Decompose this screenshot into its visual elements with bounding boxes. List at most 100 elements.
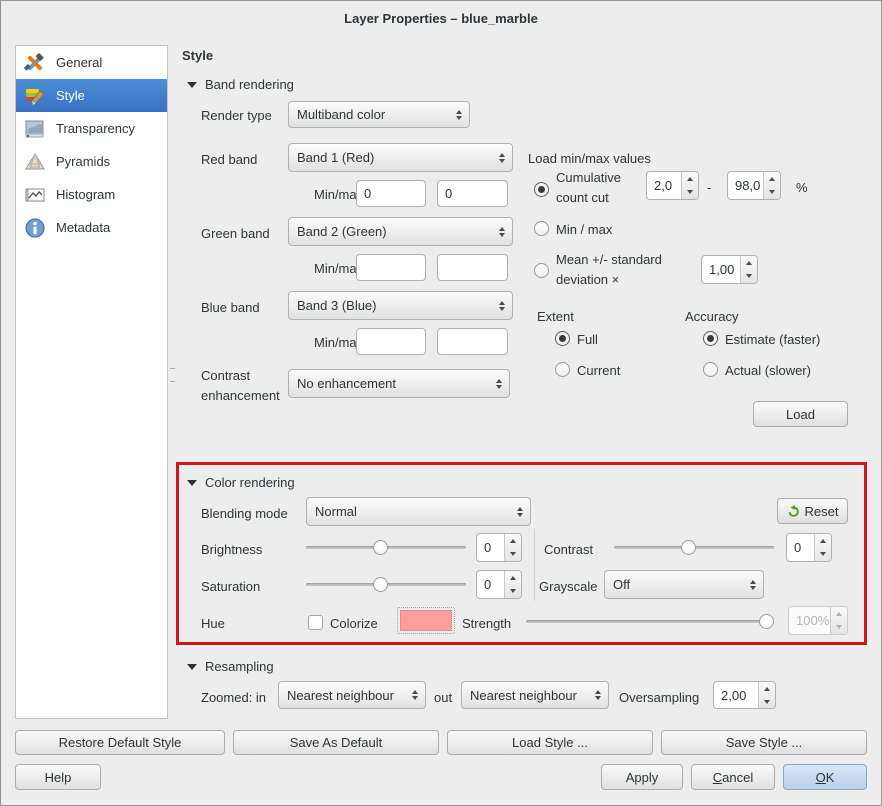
spin-buttons[interactable] — [681, 172, 698, 199]
blue-min-input[interactable] — [356, 328, 426, 355]
section-label: Resampling — [205, 659, 274, 674]
column-divider — [534, 529, 535, 601]
spin-buttons[interactable] — [504, 534, 521, 561]
load-style-button[interactable]: Load Style ... — [447, 730, 653, 755]
brightness-label: Brightness — [201, 540, 262, 560]
title-bar[interactable]: Layer Properties – blue_marble — [1, 1, 881, 35]
slider-handle[interactable] — [681, 540, 696, 555]
spin-value: 2,0 — [647, 172, 681, 199]
blue-max-input[interactable] — [437, 328, 508, 355]
pyramids-icon — [24, 151, 46, 173]
save-style-button[interactable]: Save Style ... — [661, 730, 867, 755]
combo-value: Off — [613, 577, 630, 592]
range-separator: - — [707, 178, 711, 198]
combo-arrows-icon — [595, 690, 601, 700]
cumulative-count-cut-radio[interactable] — [534, 182, 549, 197]
cumulative-max-spinbox[interactable]: 98,0 — [727, 171, 781, 200]
extent-current-radio[interactable] — [555, 362, 570, 377]
spin-buttons[interactable] — [740, 256, 757, 283]
spin-value: 2,00 — [714, 682, 758, 708]
spin-buttons[interactable] — [763, 172, 780, 199]
sidebar-item-general[interactable]: General — [16, 46, 167, 79]
sidebar-item-pyramids[interactable]: Pyramids — [16, 145, 167, 178]
grayscale-label: Grayscale — [539, 577, 598, 597]
sidebar-item-label: Metadata — [56, 220, 110, 235]
help-button[interactable]: Help — [15, 764, 101, 790]
input-value: 0 — [364, 186, 371, 201]
resampling-section-header[interactable]: Resampling — [187, 659, 274, 674]
contrast-slider[interactable] — [614, 540, 774, 555]
restore-default-style-button[interactable]: Restore Default Style — [15, 730, 225, 755]
red-min-input[interactable]: 0 — [356, 180, 426, 207]
cancel-button[interactable]: Cancel — [691, 764, 775, 790]
colorize-color-swatch[interactable] — [397, 607, 455, 634]
contrast-label: Contrast — [544, 540, 593, 560]
oversampling-spinbox[interactable]: 2,00 — [713, 681, 776, 709]
button-label: Help — [45, 770, 72, 785]
sidebar-item-transparency[interactable]: Transparency — [16, 112, 167, 145]
combo-arrows-icon — [499, 301, 505, 311]
brightness-slider[interactable] — [306, 540, 466, 555]
red-band-combo[interactable]: Band 1 (Red) — [288, 143, 513, 172]
spin-value: 1,00 — [702, 256, 740, 283]
green-max-input[interactable] — [437, 254, 508, 281]
blue-band-combo[interactable]: Band 3 (Blue) — [288, 291, 513, 320]
minmax-radio[interactable] — [534, 221, 549, 236]
slider-handle[interactable] — [759, 614, 774, 629]
band-rendering-section-header[interactable]: Band rendering — [187, 77, 294, 92]
cumulative-min-spinbox[interactable]: 2,0 — [646, 171, 699, 200]
strength-label: Strength — [462, 614, 511, 634]
blending-mode-combo[interactable]: Normal — [306, 497, 531, 526]
render-type-label: Render type — [201, 106, 272, 126]
combo-value: Nearest neighbour — [470, 688, 577, 703]
slider-handle[interactable] — [373, 577, 388, 592]
combo-arrows-icon — [499, 153, 505, 163]
combo-arrows-icon — [499, 227, 505, 237]
zoomed-out-combo[interactable]: Nearest neighbour — [461, 681, 609, 709]
histogram-icon — [24, 184, 46, 206]
accuracy-estimate-label: Estimate (faster) — [725, 330, 820, 350]
mean-stddev-radio[interactable] — [534, 263, 549, 278]
grayscale-combo[interactable]: Off — [604, 570, 764, 599]
stddev-spinbox[interactable]: 1,00 — [701, 255, 758, 284]
red-max-input[interactable]: 0 — [437, 180, 508, 207]
button-label: Save As Default — [290, 735, 383, 750]
sidebar-item-histogram[interactable]: Histogram — [16, 178, 167, 211]
zoomed-in-combo[interactable]: Nearest neighbour — [278, 681, 426, 709]
extent-full-radio[interactable] — [555, 331, 570, 346]
sidebar-item-style[interactable]: Style — [16, 79, 167, 112]
saturation-spinbox[interactable]: 0 — [476, 570, 522, 599]
apply-button[interactable]: Apply — [601, 764, 683, 790]
save-as-default-button[interactable]: Save As Default — [233, 730, 439, 755]
button-label: Restore Default Style — [59, 735, 182, 750]
button-label: Apply — [626, 770, 659, 785]
strength-slider[interactable] — [526, 614, 774, 629]
combo-value: Normal — [315, 504, 357, 519]
spin-buttons[interactable] — [758, 682, 775, 708]
slider-handle[interactable] — [373, 540, 388, 555]
green-band-combo[interactable]: Band 2 (Green) — [288, 217, 513, 246]
mean-stddev-label: Mean +/- standard deviation × — [556, 250, 694, 290]
page-title: Style — [182, 48, 213, 63]
accuracy-estimate-radio[interactable] — [703, 331, 718, 346]
combo-arrows-icon — [456, 110, 462, 120]
ok-button[interactable]: OK — [783, 764, 867, 790]
accuracy-actual-radio[interactable] — [703, 362, 718, 377]
saturation-slider[interactable] — [306, 577, 466, 592]
transparency-icon — [24, 118, 46, 140]
load-button[interactable]: Load — [753, 401, 848, 427]
reset-button[interactable]: Reset — [777, 498, 848, 524]
colorize-checkbox[interactable] — [308, 615, 323, 630]
contrast-enhancement-combo[interactable]: No enhancement — [288, 369, 510, 398]
spin-buttons[interactable] — [814, 534, 831, 561]
spin-buttons[interactable] — [504, 571, 521, 598]
green-min-input[interactable] — [356, 254, 426, 281]
brightness-spinbox[interactable]: 0 — [476, 533, 522, 562]
spin-value: 0 — [477, 571, 504, 598]
splitter-handle[interactable] — [170, 368, 175, 382]
contrast-spinbox[interactable]: 0 — [786, 533, 832, 562]
color-rendering-section-header[interactable]: Color rendering — [187, 475, 295, 490]
render-type-combo[interactable]: Multiband color — [288, 101, 470, 128]
section-label: Color rendering — [205, 475, 295, 490]
sidebar-item-metadata[interactable]: Metadata — [16, 211, 167, 244]
